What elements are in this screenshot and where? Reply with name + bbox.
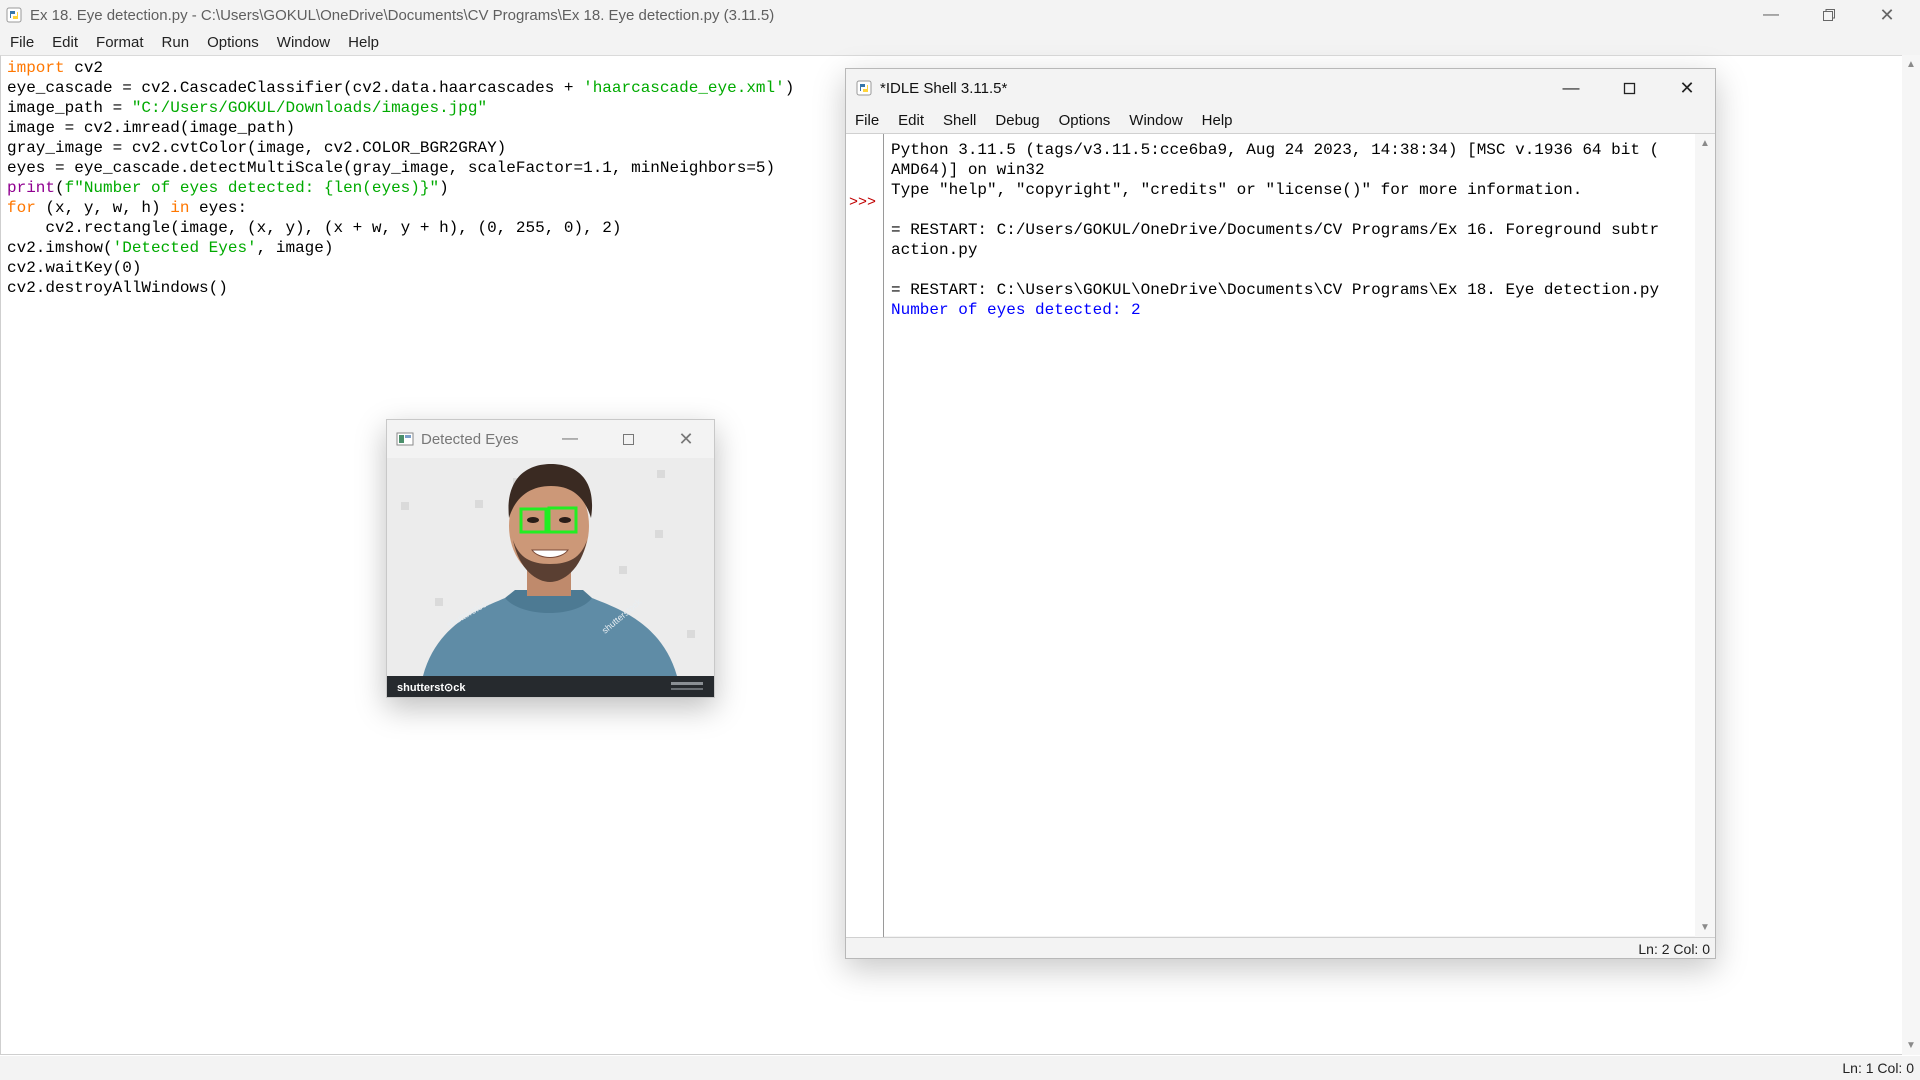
detected-eyes-title: Detected Eyes [421, 430, 519, 448]
minimize-icon: — [1763, 6, 1779, 23]
shell-output-area[interactable]: >>> Python 3.11.5 (tags/v3.11.5:cce6ba9,… [846, 133, 1715, 937]
code-line: cv2.destroyAllWindows() [7, 279, 228, 297]
code-text[interactable]: import cv2 eye_cascade = cv2.CascadeClass… [7, 58, 794, 298]
scroll-down-arrow-icon[interactable]: ▼ [1906, 1040, 1916, 1051]
minimize-button[interactable]: — [1742, 0, 1800, 30]
menu-shell[interactable]: Shell [943, 112, 976, 129]
minimize-icon: — [1562, 78, 1580, 97]
code-line: import cv2 [7, 59, 104, 77]
menu-window[interactable]: Window [1129, 112, 1182, 129]
opencv-window-icon [396, 432, 414, 446]
minimize-button[interactable]: — [1542, 69, 1600, 107]
code-line: eyes = eye_cascade.detectMultiScale(gray… [7, 159, 776, 177]
minimize-icon: — [562, 430, 578, 447]
close-button[interactable]: ✕ [1858, 0, 1916, 30]
idle-shell-window[interactable]: *IDLE Shell 3.11.5* — ✕ File Edit Shell … [845, 68, 1716, 959]
code-line: cv2.waitKey(0) [7, 259, 142, 277]
code-line: print(f"Number of eyes detected: {len(ey… [7, 179, 449, 197]
close-button[interactable]: ✕ [1658, 69, 1716, 107]
shell-statusbar: Ln: 2 Col: 0 [846, 937, 1715, 959]
shell-window-title: *IDLE Shell 3.11.5* [880, 79, 1008, 97]
editor-window-title: Ex 18. Eye detection.py - C:\Users\GOKUL… [30, 6, 775, 24]
cursor-position: Ln: 1 Col: 0 [1842, 1060, 1914, 1076]
menu-debug[interactable]: Debug [995, 112, 1039, 129]
menu-edit[interactable]: Edit [898, 112, 924, 129]
menu-help[interactable]: Help [348, 34, 379, 51]
code-line: for (x, y, w, h) in eyes: [7, 199, 248, 217]
close-icon: ✕ [678, 428, 694, 449]
shell-line: AMD64)] on win32 [891, 161, 1045, 179]
shell-line: = RESTART: C:\Users\GOKUL\OneDrive\Docum… [891, 281, 1660, 299]
scroll-up-arrow-icon[interactable]: ▲ [1700, 138, 1710, 149]
shell-prompt-gutter: >>> [846, 134, 884, 937]
shell-line: Python 3.11.5 (tags/v3.11.5:cce6ba9, Aug… [891, 141, 1660, 159]
shell-scrollbar[interactable]: ▲ ▼ [1695, 134, 1715, 937]
python-file-icon [6, 7, 22, 23]
shell-output-line: Number of eyes detected: 2 [891, 301, 1141, 319]
shell-text[interactable]: Python 3.11.5 (tags/v3.11.5:cce6ba9, Aug… [891, 140, 1671, 320]
close-button[interactable]: ✕ [657, 420, 715, 458]
menu-format[interactable]: Format [96, 34, 144, 51]
editor-scrollbar[interactable]: ▲ ▼ [1902, 55, 1920, 1055]
code-line: cv2.rectangle(image, (x, y), (x + w, y +… [7, 219, 622, 237]
maximize-icon [622, 433, 634, 445]
code-line: gray_image = cv2.cvtColor(image, cv2.COL… [7, 139, 507, 157]
shell-menubar: File Edit Shell Debug Options Window Hel… [846, 107, 1715, 133]
menu-options[interactable]: Options [1059, 112, 1111, 129]
shell-line: = RESTART: C:/Users/GOKUL/OneDrive/Docum… [891, 221, 1660, 239]
menu-edit[interactable]: Edit [52, 34, 78, 51]
menu-run[interactable]: Run [162, 34, 190, 51]
shell-line: Type "help", "copyright", "credits" or "… [891, 181, 1583, 199]
maximize-icon [1623, 82, 1635, 94]
shell-line: action.py [891, 241, 978, 259]
detected-eyes-window[interactable]: Detected Eyes — ✕ shutterstock shutterst… [386, 419, 715, 698]
shell-prompt: >>> [849, 194, 877, 211]
watermark-logo: shutterst⊙ck [397, 682, 466, 694]
python-file-icon [856, 80, 872, 96]
menu-file[interactable]: File [855, 112, 879, 129]
code-line: image_path = "C:/Users/GOKUL/Downloads/i… [7, 99, 488, 117]
code-line: eye_cascade = cv2.CascadeClassifier(cv2.… [7, 79, 795, 97]
minimize-button[interactable]: — [541, 420, 599, 458]
editor-menubar: File Edit Format Run Options Window Help [0, 30, 1920, 55]
editor-titlebar: Ex 18. Eye detection.py - C:\Users\GOKUL… [0, 0, 1920, 30]
menu-options[interactable]: Options [207, 34, 259, 51]
shell-cursor-position: Ln: 2 Col: 0 [1638, 941, 1710, 957]
code-line: image = cv2.imread(image_path) [7, 119, 296, 137]
scroll-down-arrow-icon[interactable]: ▼ [1700, 922, 1710, 933]
menu-file[interactable]: File [10, 34, 34, 51]
restore-button[interactable] [1800, 0, 1858, 30]
editor-statusbar: Ln: 1 Col: 0 [0, 1056, 1920, 1080]
restore-icon [1823, 9, 1835, 21]
code-line: cv2.imshow('Detected Eyes', image) [7, 239, 334, 257]
close-icon: ✕ [1679, 77, 1695, 98]
menu-window[interactable]: Window [277, 34, 330, 51]
menu-help[interactable]: Help [1202, 112, 1233, 129]
close-icon: ✕ [1879, 4, 1895, 25]
maximize-button[interactable] [1600, 69, 1658, 107]
maximize-button[interactable] [599, 420, 657, 458]
detected-eyes-image: shutterstock shutterstock shutterst⊙ck [387, 458, 714, 697]
scroll-up-arrow-icon[interactable]: ▲ [1906, 59, 1916, 70]
